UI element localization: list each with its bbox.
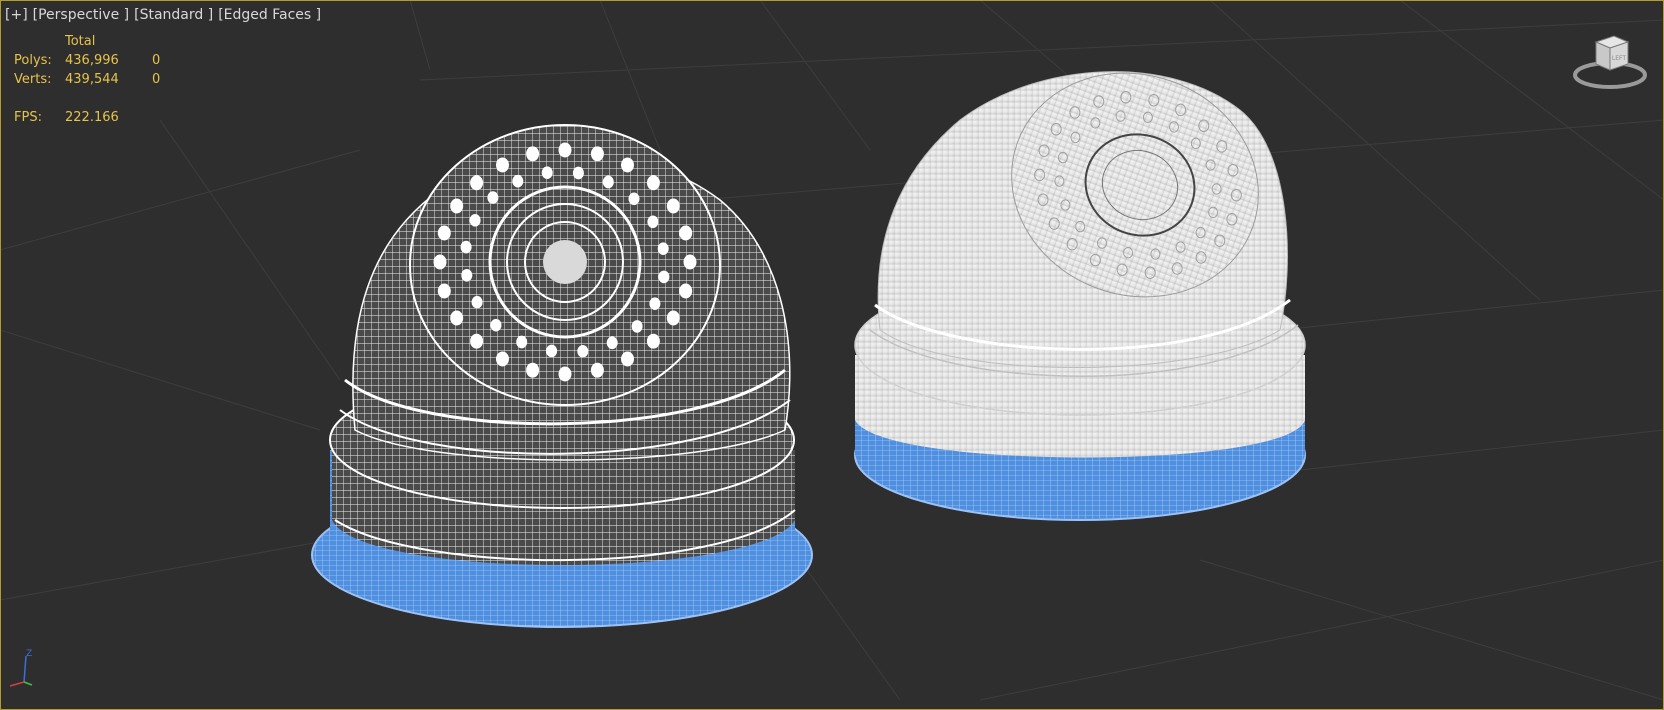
stats-total-header: Total — [65, 34, 96, 49]
ir-led — [437, 283, 451, 299]
viewport-label-menu: [+] [Perspective ] [Standard ] [Edged Fa… — [5, 7, 321, 23]
ir-led — [516, 335, 528, 349]
viewport-view-menu[interactable]: [Perspective ] — [33, 7, 129, 23]
axis-y-line — [23, 681, 33, 686]
ir-led — [647, 215, 659, 229]
ir-led — [469, 213, 481, 227]
polys-selected-value: 0 — [152, 53, 161, 68]
ir-led — [490, 318, 502, 332]
ir-led — [470, 333, 484, 349]
axis-tripod-icon: Z — [9, 649, 33, 687]
verts-total-value: 439,544 — [65, 72, 119, 87]
ir-led — [621, 351, 634, 367]
ir-led — [526, 362, 540, 378]
viewcube-face-label: LEFT — [1612, 55, 1626, 62]
axis-z-label: Z — [26, 649, 32, 659]
ir-led — [450, 198, 464, 214]
ir-led — [679, 225, 693, 241]
verts-selected-value: 0 — [152, 72, 161, 87]
verts-label: Verts: — [14, 72, 52, 87]
viewport-shading-preset-menu[interactable]: [Standard ] — [134, 7, 213, 23]
ir-led — [646, 333, 660, 349]
ir-led — [590, 146, 604, 162]
ir-led — [679, 283, 693, 299]
ir-led — [433, 254, 447, 270]
viewcube-icon[interactable]: LEFT — [1570, 30, 1650, 100]
ir-led — [460, 240, 472, 254]
ir-led — [470, 175, 484, 191]
ir-led — [646, 175, 660, 191]
axis-x-line — [9, 681, 25, 687]
ir-led — [461, 268, 473, 282]
ir-led — [621, 157, 634, 173]
viewport-display-mode-menu[interactable]: [Edged Faces ] — [218, 7, 321, 23]
ir-led — [512, 174, 524, 188]
ir-led — [558, 142, 572, 158]
ir-led — [602, 175, 614, 189]
fps-value: 222.166 — [65, 110, 119, 125]
scene-canvas[interactable] — [0, 0, 1664, 710]
dome-camera-wireframe[interactable] — [311, 124, 813, 628]
ir-led — [546, 344, 558, 358]
ir-led — [657, 242, 669, 256]
ir-led — [666, 198, 680, 214]
ir-led — [526, 146, 540, 162]
ir-led — [496, 351, 509, 367]
ir-led — [471, 295, 483, 309]
ir-led — [541, 166, 553, 180]
ir-led — [487, 191, 499, 204]
ir-led — [628, 192, 640, 206]
ir-led — [649, 297, 661, 311]
ir-led — [683, 254, 697, 270]
viewport-plus-menu[interactable]: [+] — [5, 7, 28, 23]
ground-grid — [0, 0, 1664, 701]
dome-camera-shaded[interactable] — [854, 39, 1306, 521]
fps-label: FPS: — [14, 110, 42, 125]
ir-led — [666, 310, 680, 326]
polys-total-value: 436,996 — [65, 53, 119, 68]
ir-led — [437, 225, 451, 241]
ir-led — [658, 270, 670, 284]
ir-led — [572, 166, 584, 180]
ir-led — [496, 157, 509, 173]
ir-led — [558, 366, 572, 382]
camera-a-lens-center — [543, 240, 587, 284]
polys-label: Polys: — [14, 53, 52, 68]
ir-led — [606, 336, 618, 350]
ir-led — [577, 344, 589, 358]
ir-led — [450, 310, 464, 326]
perspective-viewport[interactable]: [+] [Perspective ] [Standard ] [Edged Fa… — [0, 0, 1664, 710]
axis-z-line — [23, 655, 27, 683]
ir-led — [631, 320, 643, 333]
ir-led — [590, 362, 604, 378]
